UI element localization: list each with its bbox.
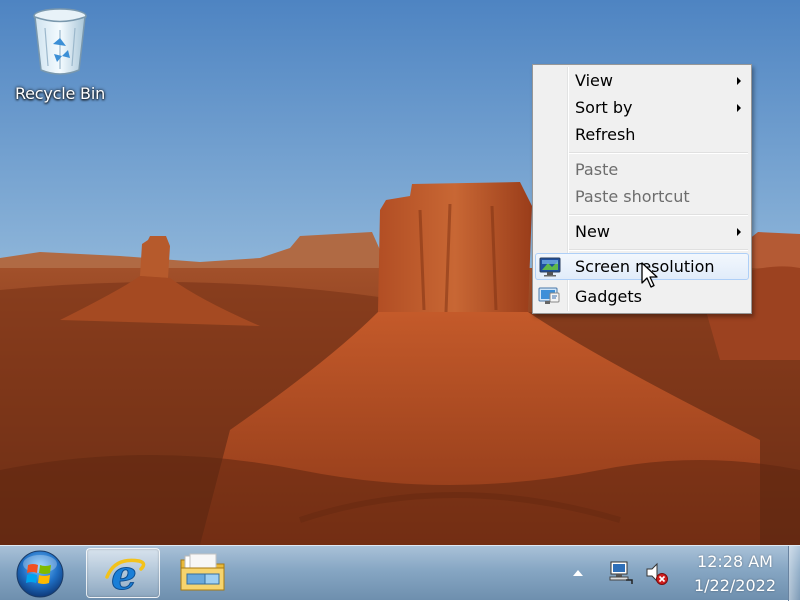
submenu-arrow-icon xyxy=(737,104,741,112)
menu-item-label: Refresh xyxy=(575,125,636,144)
menu-item-refresh[interactable]: Refresh xyxy=(535,121,749,148)
clock-time: 12:28 AM xyxy=(697,552,773,571)
menu-separator xyxy=(569,214,748,216)
internet-explorer-icon: e xyxy=(99,552,149,600)
menu-item-label: Paste shortcut xyxy=(575,187,690,206)
menu-item-label: New xyxy=(575,222,610,241)
menu-item-label: Sort by xyxy=(575,98,633,117)
system-clock[interactable]: 12:28 AM 1/22/2022 xyxy=(680,550,790,598)
network-icon[interactable] xyxy=(608,560,634,586)
taskbar-internet-explorer-button[interactable]: e xyxy=(86,548,160,600)
menu-item-label: Paste xyxy=(575,160,619,179)
menu-separator xyxy=(569,152,748,154)
start-button[interactable] xyxy=(12,549,68,599)
display-icon xyxy=(539,257,561,277)
recycle-bin-label: Recycle Bin xyxy=(14,84,106,103)
submenu-arrow-icon xyxy=(737,77,741,85)
menu-item-paste-shortcut: Paste shortcut xyxy=(535,183,749,210)
recycle-bin-icon xyxy=(32,6,88,78)
windows-logo-icon xyxy=(16,550,64,598)
volume-muted-icon[interactable] xyxy=(644,560,670,586)
submenu-arrow-icon xyxy=(737,228,741,236)
taskbar: e 12:28 AM 1/22/2022 xyxy=(0,545,800,601)
clock-date: 1/22/2022 xyxy=(693,576,777,595)
desktop-icon-recycle-bin[interactable]: Recycle Bin xyxy=(10,6,110,103)
menu-item-view[interactable]: View xyxy=(535,67,749,94)
gadgets-icon xyxy=(538,286,560,306)
folder-icon xyxy=(178,552,228,594)
show-desktop-button[interactable] xyxy=(788,546,800,601)
menu-item-label: Gadgets xyxy=(575,287,642,306)
menu-item-sort-by[interactable]: Sort by xyxy=(535,94,749,121)
menu-item-paste: Paste xyxy=(535,156,749,183)
show-hidden-icons-arrow[interactable] xyxy=(570,567,586,579)
menu-item-label: View xyxy=(575,71,613,90)
menu-separator xyxy=(569,249,748,251)
taskbar-windows-explorer-button[interactable] xyxy=(166,548,240,598)
menu-item-new[interactable]: New xyxy=(535,218,749,245)
mouse-pointer-icon xyxy=(641,262,661,290)
